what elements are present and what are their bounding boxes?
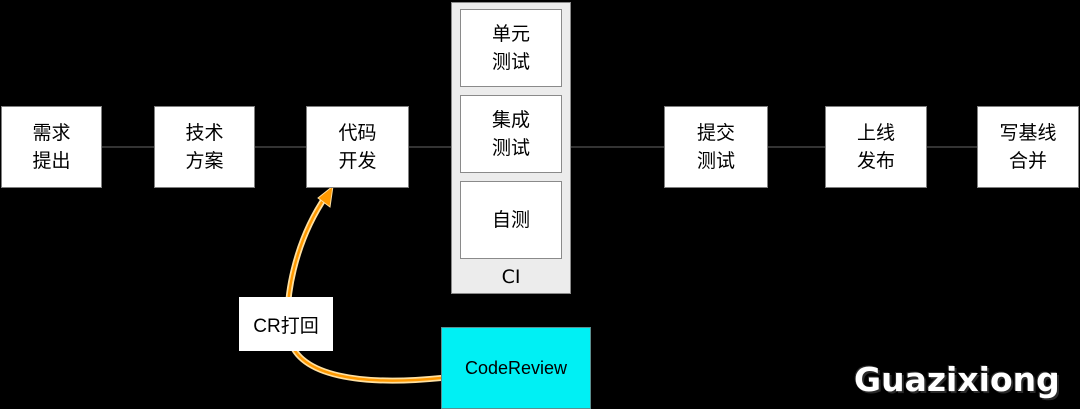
node-unit-test-label: 单元 测试 (491, 23, 530, 73)
cr-reject-label: CR打回 (239, 297, 333, 351)
watermark: Guazixiong (854, 360, 1060, 399)
node-release-label: 上线 发布 (856, 122, 895, 172)
ci-label: CI (501, 266, 521, 288)
node-unit-test: 单元 测试 (460, 9, 562, 87)
node-code-review-label: CodeReview (464, 357, 568, 378)
node-submit-test-label: 提交 测试 (696, 122, 735, 172)
node-integration-test-label: 集成 测试 (491, 109, 530, 159)
node-release: 上线 发布 (825, 106, 927, 188)
node-merge: 写基线 合并 (977, 106, 1079, 188)
node-requirement-label: 需求 提出 (32, 122, 71, 172)
node-merge-label: 写基线 合并 (999, 122, 1057, 172)
node-tech-plan-label: 技术 方案 (185, 122, 224, 172)
node-code-dev-label: 代码 开发 (338, 122, 377, 172)
node-requirement: 需求 提出 (1, 106, 102, 188)
node-integration-test: 集成 测试 (460, 95, 562, 173)
node-tech-plan: 技术 方案 (154, 106, 255, 188)
node-code-dev: 代码 开发 (306, 106, 409, 188)
flow-diagram: 需求 提出 技术 方案 代码 开发 单元 测试 集成 测试 自测 CI 提交 测… (0, 0, 1080, 409)
node-self-test: 自测 (460, 181, 562, 259)
node-self-test-label: 自测 (491, 209, 530, 231)
node-code-review: CodeReview (441, 327, 591, 409)
cr-reject-arrow (286, 194, 443, 382)
node-submit-test: 提交 测试 (664, 106, 768, 188)
ci-group: 单元 测试 集成 测试 自测 CI (451, 2, 571, 294)
